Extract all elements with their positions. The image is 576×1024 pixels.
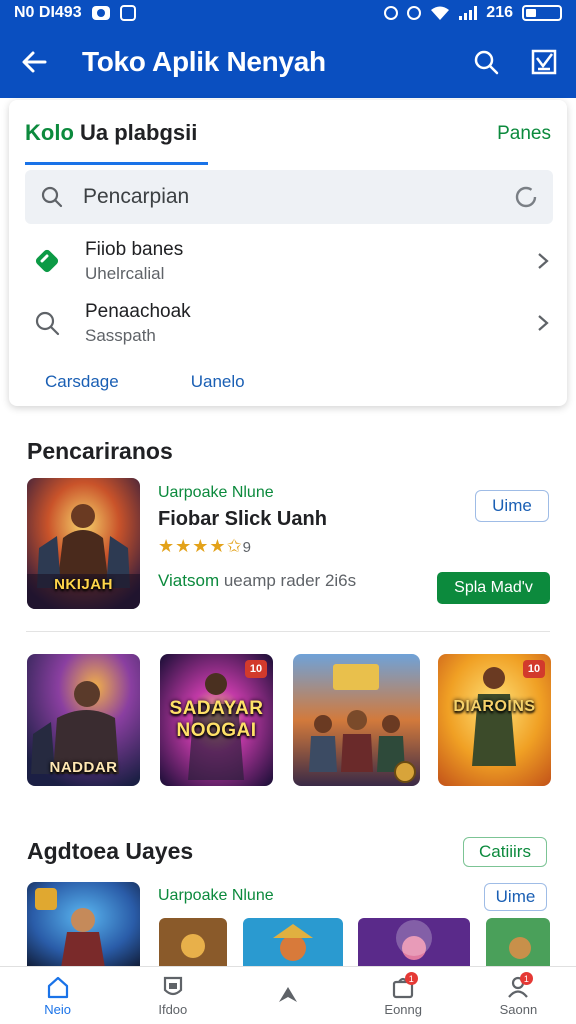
game-tile[interactable] bbox=[358, 918, 470, 968]
search-icon bbox=[41, 186, 63, 208]
back-button[interactable] bbox=[14, 42, 54, 82]
featured-game-thumbnail[interactable] bbox=[27, 882, 140, 968]
chevron-right-icon bbox=[538, 253, 549, 269]
game-tile[interactable] bbox=[243, 918, 343, 968]
install-button[interactable]: Spla Mad'v bbox=[437, 572, 550, 604]
game-tile[interactable]: 10 SADAYAR NOOGAI bbox=[160, 654, 273, 786]
nav-account[interactable]: 1 Saonn bbox=[461, 967, 576, 1024]
app-bar: Toko Aplik Nenyah bbox=[0, 26, 576, 98]
nav-apps[interactable] bbox=[230, 967, 345, 1024]
developer-name: Uarpoake Nlune bbox=[158, 887, 274, 904]
status-time: 216 bbox=[486, 4, 513, 21]
games-icon bbox=[163, 976, 182, 996]
tile-title: SADAYAR NOOGAI bbox=[169, 698, 264, 741]
suggestion-row[interactable]: Fiiob banes Uhelrcalial bbox=[25, 232, 553, 290]
tab-indicator bbox=[25, 162, 208, 165]
home-icon bbox=[47, 976, 68, 999]
arrow-left-icon bbox=[22, 51, 47, 73]
game-tile[interactable] bbox=[293, 654, 420, 786]
game-tile[interactable] bbox=[486, 918, 550, 968]
suggestion-title: Penaachoak bbox=[85, 300, 191, 322]
notification-badge: 1 bbox=[519, 972, 533, 985]
game-tile[interactable] bbox=[159, 918, 227, 968]
star-rating: ★★★★✩9 bbox=[158, 536, 428, 557]
app-notification-icon bbox=[119, 5, 136, 21]
stars: ★★★★✩ bbox=[158, 536, 243, 556]
nav-home[interactable]: Neio bbox=[0, 967, 115, 1024]
wifi-icon bbox=[431, 6, 450, 20]
status-text: N0 DI493 bbox=[14, 4, 82, 21]
nav-label: Eonng bbox=[384, 1002, 422, 1017]
card-tabs: Carsdage Uanelo bbox=[45, 372, 245, 392]
game-tile[interactable]: NADDAR bbox=[27, 654, 140, 786]
vibrate-icon bbox=[384, 6, 399, 20]
alarm-icon bbox=[407, 6, 422, 20]
card-link[interactable]: Panes bbox=[497, 123, 551, 145]
developer-name: Uarpoake Nlune bbox=[158, 484, 274, 501]
card-title-rest: Ua plabgsii bbox=[73, 120, 198, 145]
suggestion-subtitle: Uhelrcalial bbox=[85, 263, 165, 283]
meta-text: ueamp rader 2i6s bbox=[219, 571, 357, 590]
rating-count: 9 bbox=[242, 539, 251, 556]
screen: N0 DI493 216 Toko Aplik Nenyah Kolo Ua p… bbox=[0, 0, 576, 1024]
see-all-button[interactable]: Catiiirs bbox=[463, 837, 547, 867]
search-card: Kolo Ua plabgsii Panes Fiiob banes Uhelr… bbox=[9, 100, 567, 406]
notification-icon bbox=[91, 6, 110, 20]
featured-game-info: Uarpoake Nlune Fiobar Slick Uanh ★★★★✩9 … bbox=[158, 484, 428, 591]
suggestion-row[interactable]: Penaachoak Sasspath bbox=[25, 294, 553, 352]
game-art bbox=[358, 918, 470, 968]
tile-title: NADDAR bbox=[49, 759, 118, 776]
section-title: Pencariranos bbox=[27, 438, 173, 464]
nav-label: Ifdoo bbox=[158, 1002, 188, 1017]
game-art bbox=[486, 918, 550, 968]
notification-badge: 1 bbox=[404, 972, 418, 985]
nav-label: Neio bbox=[44, 1002, 71, 1017]
tile-title: DIAROINS bbox=[453, 698, 536, 715]
wishlist-button[interactable]: Uime bbox=[475, 490, 549, 522]
game-meta: Viatsom ueamp rader 2i6s bbox=[158, 571, 428, 591]
nav-shop[interactable]: 1 Eonng bbox=[346, 967, 461, 1024]
page-title: Toko Aplik Nenyah bbox=[82, 46, 326, 77]
nav-games[interactable]: Ifdoo bbox=[115, 967, 230, 1024]
game-art bbox=[293, 654, 420, 786]
battery-icon bbox=[522, 5, 562, 21]
game-art bbox=[243, 918, 343, 968]
apps-icon bbox=[279, 986, 297, 1002]
game-art bbox=[159, 918, 227, 968]
nav-label: Saonn bbox=[499, 1002, 538, 1017]
tag-icon bbox=[35, 249, 59, 273]
divider bbox=[26, 631, 550, 632]
tile-badge: 10 bbox=[523, 660, 545, 678]
scan-icon bbox=[531, 49, 557, 75]
meta-highlight: Viatsom bbox=[158, 571, 220, 590]
featured-game-thumbnail[interactable]: NKIJAH bbox=[27, 478, 140, 609]
search-button[interactable] bbox=[468, 44, 504, 80]
suggestion-title: Fiiob banes bbox=[85, 238, 184, 260]
wishlist-button[interactable]: Uime bbox=[484, 883, 547, 911]
chevron-right-icon bbox=[538, 315, 549, 331]
card-header: Kolo Ua plabgsii Panes bbox=[9, 100, 567, 165]
scan-button[interactable] bbox=[526, 44, 562, 80]
search-field[interactable] bbox=[25, 170, 553, 224]
refresh-icon[interactable] bbox=[513, 184, 539, 210]
search-icon bbox=[474, 50, 499, 75]
card-title: Kolo Ua plabgsii bbox=[25, 120, 197, 146]
thumbnail-label: NKIJAH bbox=[54, 576, 113, 593]
tab-categories[interactable]: Carsdage bbox=[45, 372, 119, 392]
signal-icon bbox=[459, 6, 478, 20]
tile-badge: 10 bbox=[245, 660, 267, 678]
status-bar: N0 DI493 216 bbox=[0, 0, 576, 26]
section-title: Agdtoea Uayes bbox=[27, 838, 194, 864]
game-tile[interactable]: 10 DIAROINS bbox=[438, 654, 551, 786]
bottom-navigation: Neio Ifdoo 1 Eonng 1 Saonn bbox=[0, 966, 576, 1024]
game-art bbox=[27, 882, 140, 968]
tab-other[interactable]: Uanelo bbox=[191, 372, 245, 392]
suggestion-subtitle: Sasspath bbox=[85, 325, 156, 345]
search-icon bbox=[35, 311, 60, 336]
search-input[interactable] bbox=[83, 185, 513, 209]
game-name[interactable]: Fiobar Slick Uanh bbox=[158, 508, 428, 531]
card-title-highlight: Kolo bbox=[25, 120, 74, 145]
